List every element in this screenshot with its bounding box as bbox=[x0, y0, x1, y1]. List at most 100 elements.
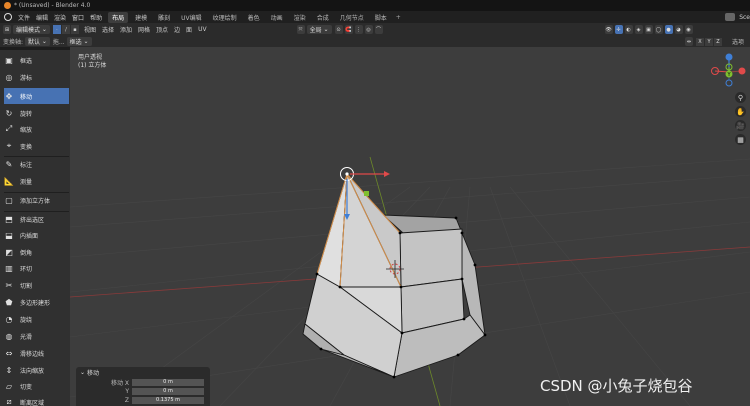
menu-add[interactable]: 添加 bbox=[120, 25, 132, 34]
chevron-down-icon[interactable]: ⌄ bbox=[80, 369, 85, 376]
blender-menu-icon[interactable] bbox=[4, 13, 12, 21]
falloff-icon[interactable]: ⌒ bbox=[374, 25, 383, 34]
menu-file[interactable]: 文件 bbox=[18, 13, 30, 22]
orientation-icon[interactable]: ⤧ bbox=[296, 25, 305, 34]
viewport-scene bbox=[70, 156, 750, 406]
gizmo-toggle-icon[interactable]: ✢ bbox=[614, 25, 623, 34]
smooth-icon: ◍ bbox=[5, 331, 13, 341]
snap-target-icon[interactable]: ⋮ bbox=[354, 25, 363, 34]
scene-selector[interactable]: Sce bbox=[725, 13, 750, 21]
gizmo-neg-z-icon[interactable] bbox=[725, 79, 733, 87]
vertex-select-icon[interactable]: · bbox=[52, 25, 61, 34]
pivot-icon[interactable]: ⊙ bbox=[334, 25, 343, 34]
menu-help[interactable]: 帮助 bbox=[90, 13, 102, 22]
drag-dropdown[interactable]: 框选 ⌄ bbox=[66, 37, 92, 46]
tab-layout[interactable]: 布局 bbox=[108, 11, 129, 23]
editor-type-icon[interactable]: ⊞ bbox=[3, 25, 11, 34]
shading-wireframe-icon[interactable]: ◯ bbox=[654, 25, 663, 34]
tab-uv-editing[interactable]: UV编辑 bbox=[177, 12, 206, 23]
visibility-icon[interactable]: 👁 bbox=[604, 25, 613, 34]
mesh-object[interactable] bbox=[302, 173, 486, 378]
menu-edit[interactable]: 编辑 bbox=[36, 13, 48, 22]
orientation-label: 全局 bbox=[309, 27, 322, 34]
tab-texture-paint[interactable]: 纹理绘制 bbox=[209, 12, 241, 23]
camera-view-icon[interactable]: 🎥 bbox=[735, 120, 746, 131]
move-x-field[interactable]: 0 m bbox=[132, 378, 204, 386]
move-y-field[interactable]: 0 m bbox=[132, 387, 204, 395]
3d-viewport[interactable]: 用户透视 (1) 立方体 bbox=[70, 47, 750, 406]
pivot-dropdown[interactable]: 默认 ⌄ bbox=[24, 37, 50, 46]
tool-annotate[interactable]: ✎ 标注 bbox=[4, 156, 69, 172]
mesh-overlay-icon[interactable]: ◈ bbox=[634, 25, 643, 34]
tool-inset-faces[interactable]: ⬓ 内插面 bbox=[4, 227, 69, 243]
ortho-grid-icon[interactable]: ▦ bbox=[735, 134, 746, 145]
face-select-icon[interactable]: ▪ bbox=[70, 25, 79, 34]
menu-uv[interactable]: UV bbox=[198, 26, 207, 33]
edge-slide-icon: ⇔ bbox=[5, 348, 13, 358]
tab-sculpting[interactable]: 雕刻 bbox=[154, 12, 174, 23]
mirror-y-toggle[interactable]: Y bbox=[704, 37, 713, 46]
overlay-icon[interactable]: ◐ bbox=[624, 25, 633, 34]
add-workspace-icon[interactable]: + bbox=[396, 14, 401, 21]
zoom-icon[interactable]: ⚲ bbox=[735, 92, 746, 103]
menu-view[interactable]: 视图 bbox=[84, 25, 96, 34]
csdn-watermark: CSDN @小兔子烧包谷 bbox=[540, 377, 693, 395]
shading-rendered-icon[interactable]: ◉ bbox=[684, 25, 693, 34]
mirror-z-toggle[interactable]: Z bbox=[713, 37, 722, 46]
tool-settings-bar: 变换轴: 默认 ⌄ 拖... 框选 ⌄ ⇹ X Y Z 选项 bbox=[0, 36, 750, 47]
menu-window[interactable]: 窗口 bbox=[72, 13, 84, 22]
orientation-dropdown[interactable]: 全局 ⌄ bbox=[306, 25, 332, 34]
tool-shrink-fatten[interactable]: ⇕ 法向缩放 bbox=[4, 362, 69, 378]
tab-modeling[interactable]: 建模 bbox=[131, 12, 151, 23]
tool-select-box[interactable]: ▣ 框选 bbox=[4, 52, 69, 68]
navigation-gizmo[interactable]: Y bbox=[706, 50, 746, 90]
tool-rotate[interactable]: ↻ 旋转 bbox=[4, 105, 69, 121]
move-z-field[interactable]: 0.1375 m bbox=[132, 396, 204, 404]
tool-move[interactable]: ✥ 移动 bbox=[4, 88, 69, 104]
tool-loop-cut[interactable]: ▥ 环切 bbox=[4, 260, 69, 276]
select-box-icon: ▣ bbox=[5, 55, 13, 65]
tool-add-cube[interactable]: ▢ 添加立方体 bbox=[4, 192, 69, 208]
proportional-edit-icon[interactable]: ◎ bbox=[364, 25, 373, 34]
shading-material-icon[interactable]: ◕ bbox=[674, 25, 683, 34]
edge-select-icon[interactable]: / bbox=[61, 25, 70, 34]
tool-bevel[interactable]: ◩ 倒角 bbox=[4, 244, 69, 260]
inset-icon: ⬓ bbox=[5, 230, 13, 240]
menu-mesh[interactable]: 网格 bbox=[138, 25, 150, 34]
menu-vertex[interactable]: 顶点 bbox=[156, 25, 168, 34]
pan-hand-icon[interactable]: ✋ bbox=[735, 106, 746, 117]
mirror-x-toggle[interactable]: X bbox=[695, 37, 704, 46]
gizmo-z-icon[interactable] bbox=[725, 53, 733, 61]
tool-scale[interactable]: ⤢ 缩放 bbox=[4, 121, 69, 137]
tool-extrude-region[interactable]: ⬒ 挤出选区 bbox=[4, 211, 69, 227]
rotate-icon: ↻ bbox=[5, 108, 13, 118]
xray-icon[interactable]: ▣ bbox=[644, 25, 653, 34]
tab-animation[interactable]: 动画 bbox=[267, 12, 287, 23]
menu-select[interactable]: 选择 bbox=[102, 25, 114, 34]
shading-solid-icon[interactable]: ● bbox=[664, 25, 673, 34]
mode-dropdown[interactable]: 编辑模式 ⌄ bbox=[13, 25, 50, 34]
tab-compositing[interactable]: 合成 bbox=[313, 12, 333, 23]
tab-scripting[interactable]: 脚本 bbox=[371, 12, 391, 23]
gizmo-x-icon[interactable] bbox=[738, 67, 746, 75]
menu-edge[interactable]: 边 bbox=[174, 25, 180, 34]
operator-panel-header[interactable]: ⌄ 移动 bbox=[76, 367, 210, 377]
tool-transform[interactable]: ⌖ 变换 bbox=[4, 138, 69, 154]
tab-shading[interactable]: 着色 bbox=[244, 12, 264, 23]
tool-edge-slide[interactable]: ⇔ 滑移边线 bbox=[4, 345, 69, 361]
options-button[interactable]: 选项 bbox=[732, 37, 744, 46]
tool-poly-build[interactable]: ⬟ 多边形建形 bbox=[4, 294, 69, 310]
tool-shear[interactable]: ▱ 切变 bbox=[4, 378, 69, 394]
tool-rip-region[interactable]: ⧄ 断离区域 bbox=[4, 394, 69, 406]
menu-face[interactable]: 面 bbox=[186, 25, 192, 34]
tool-spin[interactable]: ◔ 旋绕 bbox=[4, 311, 69, 327]
tool-smooth[interactable]: ◍ 光滑 bbox=[4, 328, 69, 344]
operator-panel[interactable]: ⌄ 移动 移动 X 0 m Y 0 m Z 0.1375 m bbox=[76, 367, 210, 406]
tab-rendering[interactable]: 渲染 bbox=[290, 12, 310, 23]
snap-icon[interactable]: 🧲 bbox=[344, 25, 353, 34]
tool-measure[interactable]: 📐 测量 bbox=[4, 173, 69, 189]
tool-cursor[interactable]: ◎ 游标 bbox=[4, 69, 69, 85]
tab-geometry-nodes[interactable]: 几何节点 bbox=[336, 12, 368, 23]
menu-render[interactable]: 渲染 bbox=[54, 13, 66, 22]
tool-knife[interactable]: ✂ 切割 bbox=[4, 277, 69, 293]
